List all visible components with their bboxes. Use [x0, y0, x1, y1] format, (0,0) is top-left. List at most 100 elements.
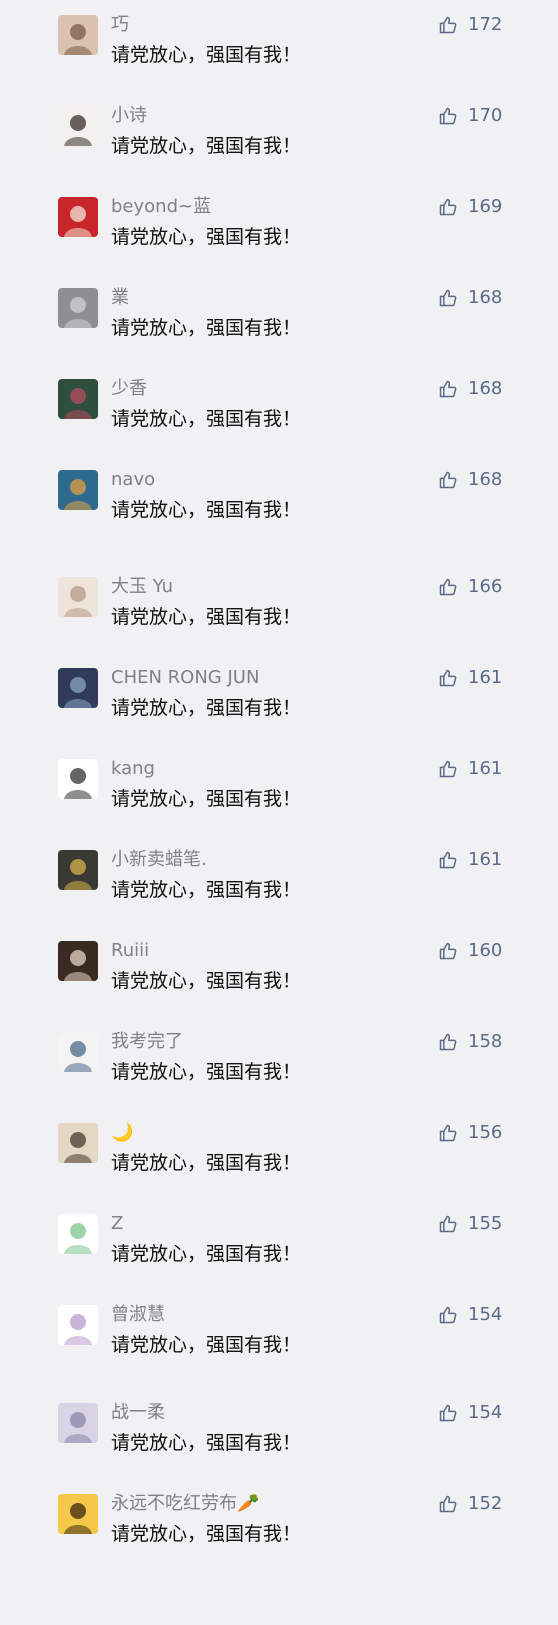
commenter-name[interactable]: 我考完了: [111, 1031, 183, 1053]
comment-item: 小诗 请党放心，强国有我！ 170: [0, 105, 558, 185]
thumbs-up-icon: [438, 1494, 458, 1514]
thumbs-up-icon: [438, 759, 458, 779]
like-count: 155: [468, 1213, 503, 1234]
like-count: 158: [468, 1031, 503, 1052]
thumbs-up-icon: [438, 1305, 458, 1325]
like-button[interactable]: 160: [438, 940, 502, 962]
like-button[interactable]: 152: [438, 1493, 502, 1515]
comment-item: 战一柔 请党放心，强国有我！ 154: [0, 1402, 558, 1482]
comment-item: 大玉 Yu 请党放心，强国有我！ 166: [0, 576, 558, 656]
commenter-name[interactable]: CHEN RONG JUN: [111, 667, 259, 689]
like-button[interactable]: 168: [438, 287, 502, 309]
commenter-name[interactable]: 🌙: [111, 1122, 133, 1144]
thumbs-up-icon: [438, 197, 458, 217]
thumbs-up-icon: [438, 379, 458, 399]
like-button[interactable]: 161: [438, 667, 502, 689]
comment-item: beyond~蓝 请党放心，强国有我！ 169: [0, 196, 558, 276]
comment-text: 请党放心，强国有我！: [111, 317, 302, 339]
commenter-name[interactable]: navo: [111, 469, 155, 491]
comment-text: 请党放心，强国有我！: [111, 499, 302, 521]
comment-list: 巧请党放心，强国有我！ 172 小诗 请党放心，强国有我！ 170 beyond~蓝 请党放…: [0, 0, 558, 1625]
commenter-name[interactable]: 少香: [111, 378, 147, 400]
commenter-name[interactable]: 小新卖蜡笔.: [111, 849, 207, 871]
avatar[interactable]: [58, 1123, 98, 1163]
like-count: 161: [468, 667, 503, 688]
commenter-name[interactable]: 战一柔: [111, 1402, 165, 1424]
commenter-name[interactable]: Z: [111, 1213, 123, 1235]
comment-item: 業请党放心，强国有我！ 168: [0, 287, 558, 367]
comment-item: 永远不吃红劳布🥕 请党放心，强国有我！ 152: [0, 1493, 558, 1573]
like-count: 168: [468, 378, 503, 399]
comment-item: Z 请党放心，强国有我！ 155: [0, 1213, 558, 1293]
comment-text: 请党放心，强国有我！: [111, 408, 302, 430]
like-button[interactable]: 161: [438, 758, 502, 780]
avatar[interactable]: [58, 470, 98, 510]
commenter-name[interactable]: 業: [111, 287, 129, 309]
avatar[interactable]: [58, 668, 98, 708]
comment-item: 曾淑慧请党放心，强国有我！ 154: [0, 1304, 558, 1384]
avatar[interactable]: [58, 850, 98, 890]
avatar[interactable]: [58, 941, 98, 981]
like-button[interactable]: 166: [438, 576, 502, 598]
avatar[interactable]: [58, 577, 98, 617]
comment-text: 请党放心，强国有我！: [111, 788, 302, 810]
comment-text: 请党放心，强国有我！: [111, 1061, 302, 1083]
comment-text: 请党放心，强国有我！: [111, 1243, 302, 1265]
comment-text: 请党放心，强国有我！: [111, 606, 302, 628]
like-button[interactable]: 168: [438, 378, 502, 400]
comment-item: kang 请党放心，强国有我！ 161: [0, 758, 558, 838]
like-button[interactable]: 161: [438, 849, 502, 871]
like-count: 169: [468, 196, 503, 217]
commenter-name[interactable]: Ruiii: [111, 940, 149, 962]
avatar[interactable]: [58, 379, 98, 419]
avatar[interactable]: [58, 759, 98, 799]
avatar[interactable]: [58, 1494, 98, 1534]
comment-item: Ruiii 请党放心，强国有我！ 160: [0, 940, 558, 1020]
like-count: 154: [468, 1304, 503, 1325]
like-button[interactable]: 172: [438, 14, 502, 36]
like-button[interactable]: 168: [438, 469, 502, 491]
like-button[interactable]: 155: [438, 1213, 502, 1235]
avatar[interactable]: [58, 1305, 98, 1345]
like-button[interactable]: 169: [438, 196, 502, 218]
commenter-name[interactable]: 大玉 Yu: [111, 576, 173, 598]
commenter-name[interactable]: 曾淑慧: [111, 1304, 165, 1326]
like-count: 160: [468, 940, 503, 961]
like-count: 156: [468, 1122, 503, 1143]
thumbs-up-icon: [438, 1032, 458, 1052]
like-count: 170: [468, 105, 503, 126]
commenter-name[interactable]: kang: [111, 758, 155, 780]
commenter-name[interactable]: 巧: [111, 14, 129, 36]
thumbs-up-icon: [438, 106, 458, 126]
avatar[interactable]: [58, 1403, 98, 1443]
like-button[interactable]: 158: [438, 1031, 502, 1053]
thumbs-up-icon: [438, 470, 458, 490]
like-count: 168: [468, 469, 503, 490]
comment-text: 请党放心，强国有我！: [111, 1152, 302, 1174]
comment-item: 小新卖蜡笔. 请党放心，强国有我！ 161: [0, 849, 558, 929]
commenter-name[interactable]: beyond~蓝: [111, 196, 211, 218]
like-button[interactable]: 154: [438, 1304, 502, 1326]
like-count: 152: [468, 1493, 503, 1514]
commenter-name[interactable]: 永远不吃红劳布🥕: [111, 1493, 259, 1515]
thumbs-up-icon: [438, 1123, 458, 1143]
avatar[interactable]: [58, 15, 98, 55]
comment-item: 少香请党放心，强国有我！ 168: [0, 378, 558, 458]
commenter-name[interactable]: 小诗: [111, 105, 147, 127]
like-button[interactable]: 154: [438, 1402, 502, 1424]
avatar[interactable]: [58, 1214, 98, 1254]
like-button[interactable]: 156: [438, 1122, 502, 1144]
thumbs-up-icon: [438, 850, 458, 870]
avatar[interactable]: [58, 288, 98, 328]
avatar[interactable]: [58, 1032, 98, 1072]
avatar[interactable]: [58, 197, 98, 237]
comment-text: 请党放心，强国有我！: [111, 697, 302, 719]
comment-text: 请党放心，强国有我！: [111, 879, 302, 901]
comment-text: 请党放心，强国有我！: [111, 1334, 302, 1356]
like-count: 166: [468, 576, 503, 597]
avatar[interactable]: [58, 106, 98, 146]
comment-text: 请党放心，强国有我！: [111, 1523, 302, 1545]
like-button[interactable]: 170: [438, 105, 502, 127]
like-count: 154: [468, 1402, 503, 1423]
thumbs-up-icon: [438, 668, 458, 688]
